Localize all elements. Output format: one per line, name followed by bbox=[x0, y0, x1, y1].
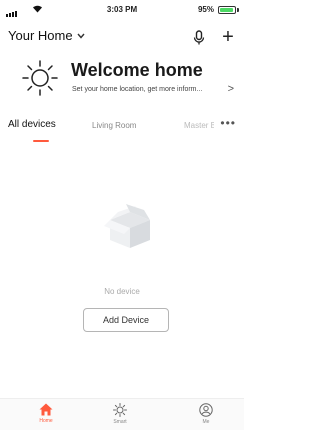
home-selector[interactable]: Your Home bbox=[8, 28, 85, 43]
battery-cap bbox=[237, 8, 239, 12]
tab-living-room[interactable]: Living Room bbox=[92, 121, 136, 130]
battery-percent: 95% bbox=[197, 5, 214, 14]
chevron-down-icon bbox=[77, 31, 85, 41]
nav-home[interactable]: Home bbox=[26, 403, 66, 424]
tab-master-bedroom[interactable]: Master B bbox=[184, 121, 214, 130]
welcome-subtitle: Set your home location, get more inform.… bbox=[72, 86, 203, 93]
microphone-icon[interactable] bbox=[192, 30, 206, 46]
add-device-button[interactable]: Add Device bbox=[83, 308, 169, 332]
nav-smart[interactable]: Smart bbox=[100, 403, 140, 425]
bottom-nav: Home Smart Me bbox=[0, 398, 244, 430]
nav-home-label: Home bbox=[39, 418, 53, 424]
home-name: Your Home bbox=[8, 28, 73, 43]
tab-all-devices[interactable]: All devices bbox=[8, 119, 56, 130]
status-bar: 3:03 PM 95% bbox=[0, 0, 244, 20]
chevron-right-icon[interactable]: > bbox=[228, 83, 234, 95]
battery-icon bbox=[218, 6, 236, 14]
empty-box-icon bbox=[104, 200, 156, 252]
no-device-text: No device bbox=[104, 287, 140, 296]
active-tab-indicator bbox=[33, 140, 49, 142]
more-tabs-icon[interactable]: ••• bbox=[220, 116, 236, 130]
welcome-title: Welcome home bbox=[71, 60, 203, 80]
nav-smart-label: Smart bbox=[113, 419, 127, 425]
smart-sun-icon bbox=[100, 403, 140, 417]
room-tabs: All devices Living Room Master B ••• bbox=[0, 112, 244, 142]
profile-icon bbox=[186, 403, 226, 417]
header: Your Home + bbox=[0, 24, 244, 52]
home-icon bbox=[26, 403, 66, 416]
welcome-banner[interactable]: Welcome home Set your home location, get… bbox=[0, 56, 244, 106]
battery-fill bbox=[220, 8, 234, 12]
nav-me[interactable]: Me bbox=[186, 403, 226, 425]
nav-me-label: Me bbox=[202, 419, 210, 425]
plus-icon[interactable]: + bbox=[220, 24, 236, 50]
sun-icon bbox=[20, 58, 60, 98]
